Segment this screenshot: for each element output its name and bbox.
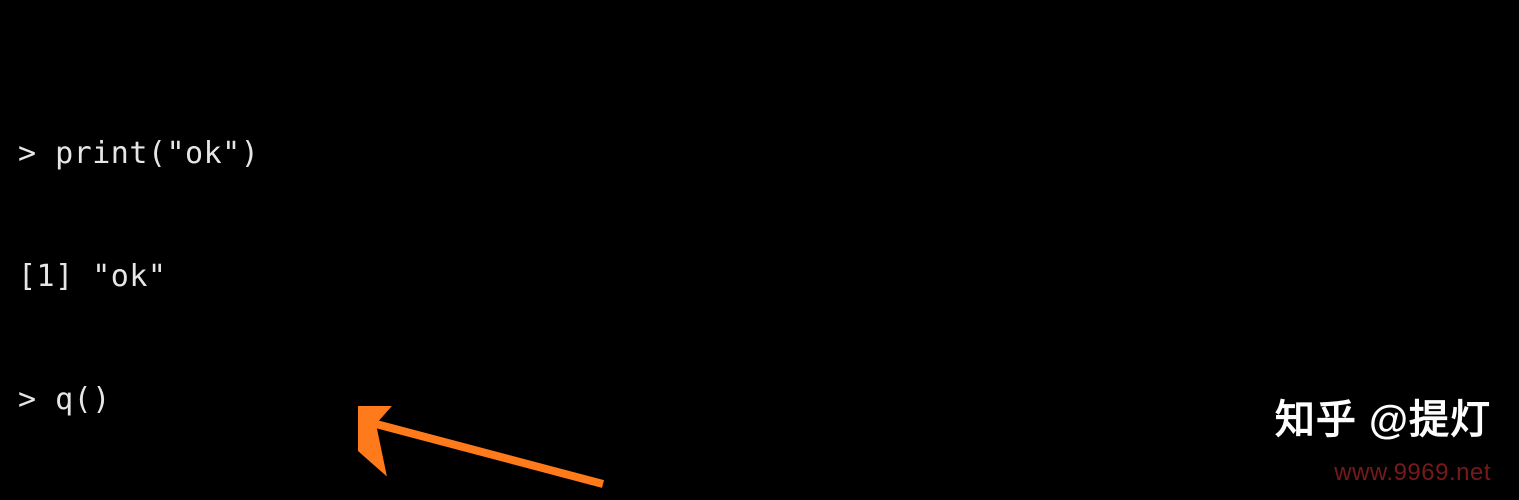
terminal-output-line: [1] "ok"	[18, 256, 1501, 297]
watermark-author: 知乎 @提灯	[1275, 400, 1491, 441]
terminal-output-line: > print("ok")	[18, 133, 1501, 174]
terminal-window[interactable]: > print("ok") [1] "ok" > q() Save worksp…	[0, 0, 1519, 500]
watermark-url: www.9969.net	[1334, 452, 1491, 493]
